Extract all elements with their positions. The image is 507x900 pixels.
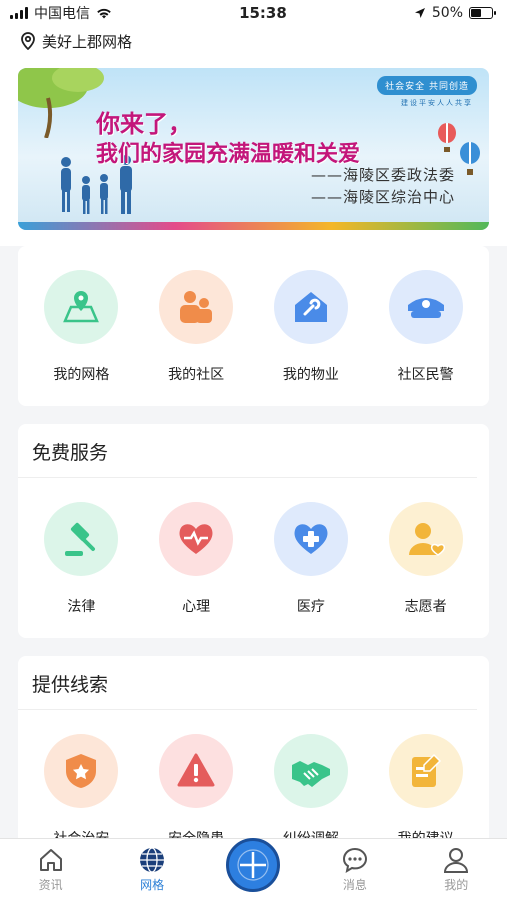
- service-label: 医疗: [296, 599, 325, 615]
- location-bar[interactable]: 美好上郡网格: [0, 26, 507, 56]
- service-psychology[interactable]: 心理: [146, 502, 246, 616]
- message-icon: [342, 847, 367, 874]
- status-time: 15:38: [239, 4, 287, 22]
- clue-dispute-mediation[interactable]: 纠纷调解: [261, 734, 361, 848]
- status-bar: 中国电信 15:38 50%: [0, 0, 507, 26]
- quick-link-my-property[interactable]: 我的物业: [261, 270, 361, 384]
- tab-bar: 资讯 网格 消息 我的: [0, 837, 507, 900]
- quick-link-label: 我的社区: [168, 367, 225, 383]
- banner-signature-2: ——海陵区综治中心: [310, 188, 455, 206]
- handshake-icon: [273, 734, 348, 808]
- tab-label: 网格: [140, 878, 165, 892]
- free-services-card: 免费服务 法律 心理 医疗 志愿者: [18, 424, 489, 638]
- banner-subtag: 建设平安人人共享: [401, 99, 473, 107]
- globe-icon: [140, 847, 165, 873]
- quick-link-label: 我的网格: [53, 367, 110, 383]
- location-name: 美好上郡网格: [42, 32, 133, 51]
- location-arrow-icon: [414, 8, 425, 18]
- tab-center-action[interactable]: [213, 837, 293, 892]
- volunteer-icon: [388, 502, 463, 576]
- tab-me[interactable]: 我的: [416, 846, 496, 893]
- service-label: 法律: [67, 599, 96, 615]
- tab-grid[interactable]: 网格: [112, 846, 192, 893]
- heart-pulse-icon: [159, 502, 234, 576]
- tab-messages[interactable]: 消息: [315, 846, 395, 893]
- free-services-grid: 法律 心理 医疗 志愿者: [18, 478, 489, 638]
- map-pin-icon: [44, 270, 119, 344]
- tab-news[interactable]: 资讯: [11, 846, 91, 893]
- tab-label: 消息: [342, 878, 367, 892]
- quick-link-my-community[interactable]: 我的社区: [146, 270, 246, 384]
- badge-star-icon: [44, 734, 119, 808]
- balloon-icon: [438, 123, 456, 152]
- signal-icon: [10, 7, 28, 19]
- free-services-title: 免费服务: [18, 424, 477, 478]
- quick-link-my-grid[interactable]: 我的网格: [31, 270, 131, 384]
- quick-link-label: 社区民警: [397, 367, 454, 383]
- quick-link-community-police[interactable]: 社区民警: [376, 270, 476, 384]
- medical-heart-icon: [273, 502, 348, 576]
- battery-fill: [471, 9, 481, 17]
- battery-percent: 50%: [431, 5, 463, 21]
- banner-tag: 社会安全 共同创造: [377, 76, 477, 95]
- service-volunteer[interactable]: 志愿者: [376, 502, 476, 616]
- plus-center-icon: [226, 837, 281, 892]
- clue-safety-hazard[interactable]: 安全隐患: [146, 734, 246, 848]
- gavel-icon: [44, 502, 119, 576]
- user-icon: [444, 848, 469, 873]
- service-law[interactable]: 法律: [31, 502, 131, 616]
- status-left: 中国电信: [10, 3, 112, 23]
- quick-link-label: 我的物业: [282, 367, 339, 383]
- police-cap-icon: [388, 270, 463, 344]
- note-pen-icon: [388, 734, 463, 808]
- battery-icon: [469, 7, 496, 19]
- home-icon: [39, 849, 62, 871]
- service-label: 志愿者: [404, 599, 447, 615]
- property-icon: [273, 270, 348, 344]
- location-pin-icon: [21, 32, 35, 50]
- wifi-icon: [97, 8, 111, 19]
- banner-signature-1: ——海陵区委政法委: [310, 166, 455, 184]
- clue-public-security[interactable]: 社会治安: [31, 734, 131, 848]
- banner-color-strip: [18, 222, 489, 230]
- banner-headline-1: 你来了，: [96, 109, 192, 138]
- banner[interactable]: 社会安全 共同创造 建设平安人人共享 你来了， 我们的家园充满温暖和关爱 ——海…: [18, 68, 489, 230]
- clues-title: 提供线索: [18, 656, 477, 710]
- service-label: 心理: [182, 599, 211, 615]
- quick-links-card: 我的网格 我的社区 我的物业 社区民警: [18, 246, 489, 406]
- service-medical[interactable]: 医疗: [261, 502, 361, 616]
- clue-my-suggestion[interactable]: 我的建议: [376, 734, 476, 848]
- balloon-icon: [460, 142, 480, 175]
- quick-links-grid: 我的网格 我的社区 我的物业 社区民警: [18, 246, 489, 406]
- tab-label: 资讯: [38, 878, 63, 892]
- status-right: 50%: [414, 5, 496, 21]
- carrier-name: 中国电信: [34, 6, 90, 22]
- banner-section: 社会安全 共同创造 建设平安人人共享 你来了， 我们的家园充满温暖和关爱 ——海…: [0, 56, 507, 246]
- warning-icon: [159, 734, 234, 808]
- community-icon: [159, 270, 234, 344]
- tab-label: 我的: [444, 878, 469, 892]
- tree-icon: [18, 68, 104, 138]
